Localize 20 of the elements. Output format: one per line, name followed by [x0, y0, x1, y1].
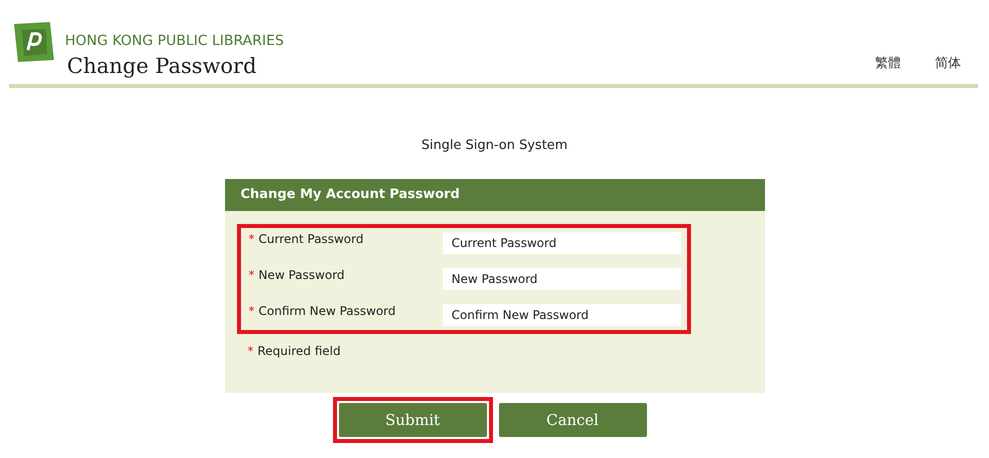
form-button[interactable]: Submit — [338, 403, 486, 437]
page-title: Change Password — [67, 54, 258, 78]
required-note: Required field — [258, 344, 341, 358]
required-mark: * — [248, 344, 254, 358]
organization-name: HONG KONG PUBLIC LIBRARIES — [65, 33, 284, 49]
field-label: Current Password — [258, 232, 364, 246]
password-field[interactable]: New Password — [442, 268, 680, 290]
password-field[interactable]: Confirm New Password — [442, 304, 680, 326]
form-button[interactable]: Cancel — [498, 403, 646, 437]
panel-header: Change My Account Password — [224, 179, 764, 211]
library-logo — [12, 20, 56, 64]
field-label: New Password — [258, 268, 345, 282]
system-name: Single Sign-on System — [420, 138, 569, 153]
required-mark: * — [248, 304, 254, 318]
password-field[interactable]: Current Password — [442, 232, 680, 254]
language-link[interactable]: 繁體 — [875, 54, 901, 72]
required-mark: * — [248, 268, 254, 282]
language-link[interactable]: 简体 — [935, 54, 961, 72]
required-mark: * — [248, 232, 254, 246]
field-label: Confirm New Password — [258, 304, 396, 318]
